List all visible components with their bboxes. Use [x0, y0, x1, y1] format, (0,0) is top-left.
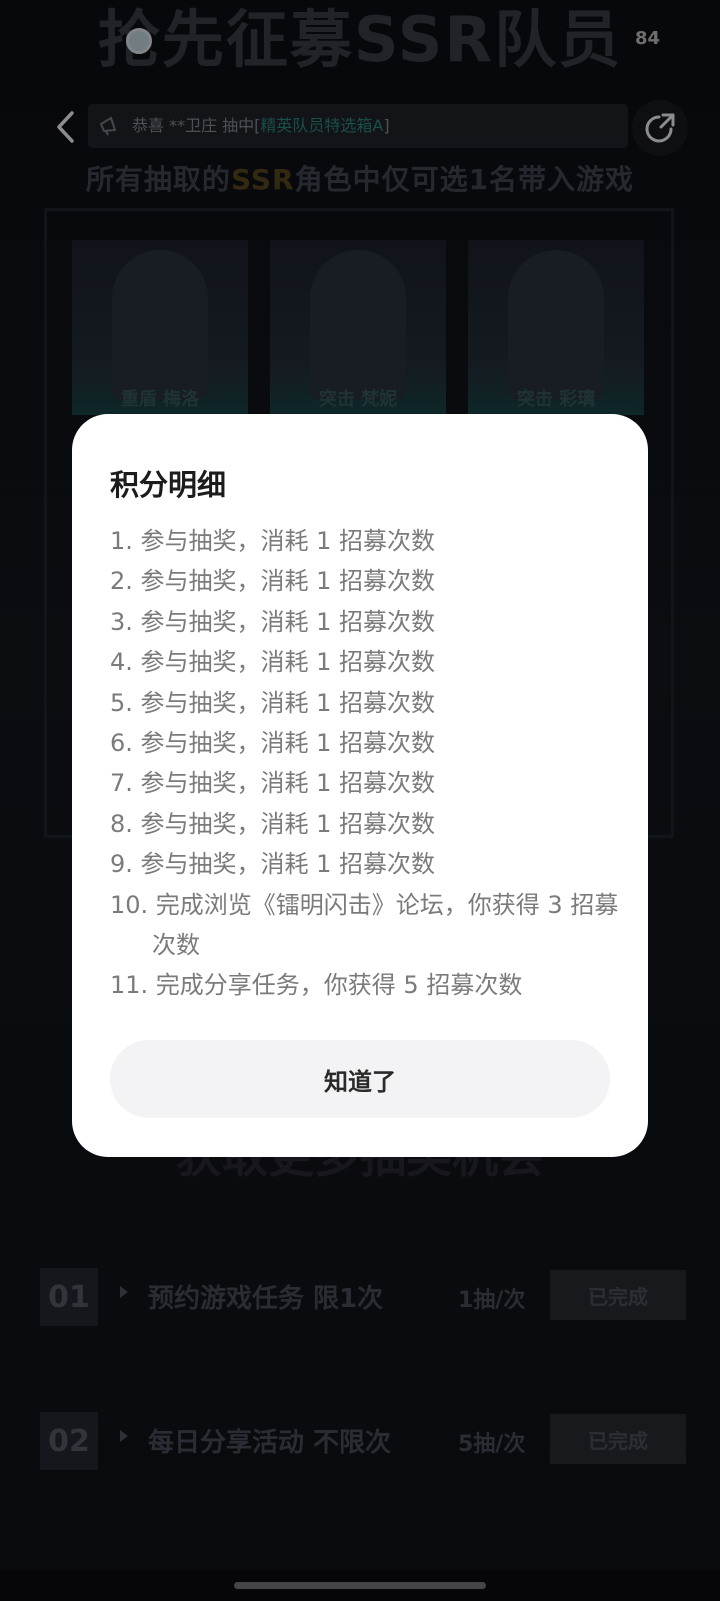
list-item: 8. 参与抽奖，消耗 1 招募次数	[110, 809, 436, 838]
list-item: 9. 参与抽奖，消耗 1 招募次数	[110, 850, 436, 879]
list-item: 4. 参与抽奖，消耗 1 招募次数	[110, 648, 436, 677]
dialog-title: 积分明细	[110, 468, 227, 502]
list-item: 11. 完成分享任务，你获得 5 招募次数	[110, 971, 523, 1000]
list-item: 1. 参与抽奖，消耗 1 招募次数	[110, 527, 436, 555]
list-item: 5. 参与抽奖，消耗 1 招募次数	[110, 688, 436, 717]
list-item: 7. 参与抽奖，消耗 1 招募次数	[110, 769, 436, 798]
got-it-button[interactable]: 知道了	[110, 1040, 610, 1118]
points-detail-dialog: 积分明细 1. 参与抽奖，消耗 1 招募次数 2. 参与抽奖，消耗 1 招募次数…	[72, 414, 648, 1157]
list-item: 6. 参与抽奖，消耗 1 招募次数	[110, 729, 436, 758]
list-item: 10. 完成浏览《镭明闪击》论坛，你获得 3 招募次数	[110, 890, 619, 960]
list-item: 2. 参与抽奖，消耗 1 招募次数	[110, 567, 436, 596]
points-rules-list: 1. 参与抽奖，消耗 1 招募次数 2. 参与抽奖，消耗 1 招募次数 3. 参…	[110, 521, 620, 1006]
list-item: 3. 参与抽奖，消耗 1 招募次数	[110, 607, 436, 636]
